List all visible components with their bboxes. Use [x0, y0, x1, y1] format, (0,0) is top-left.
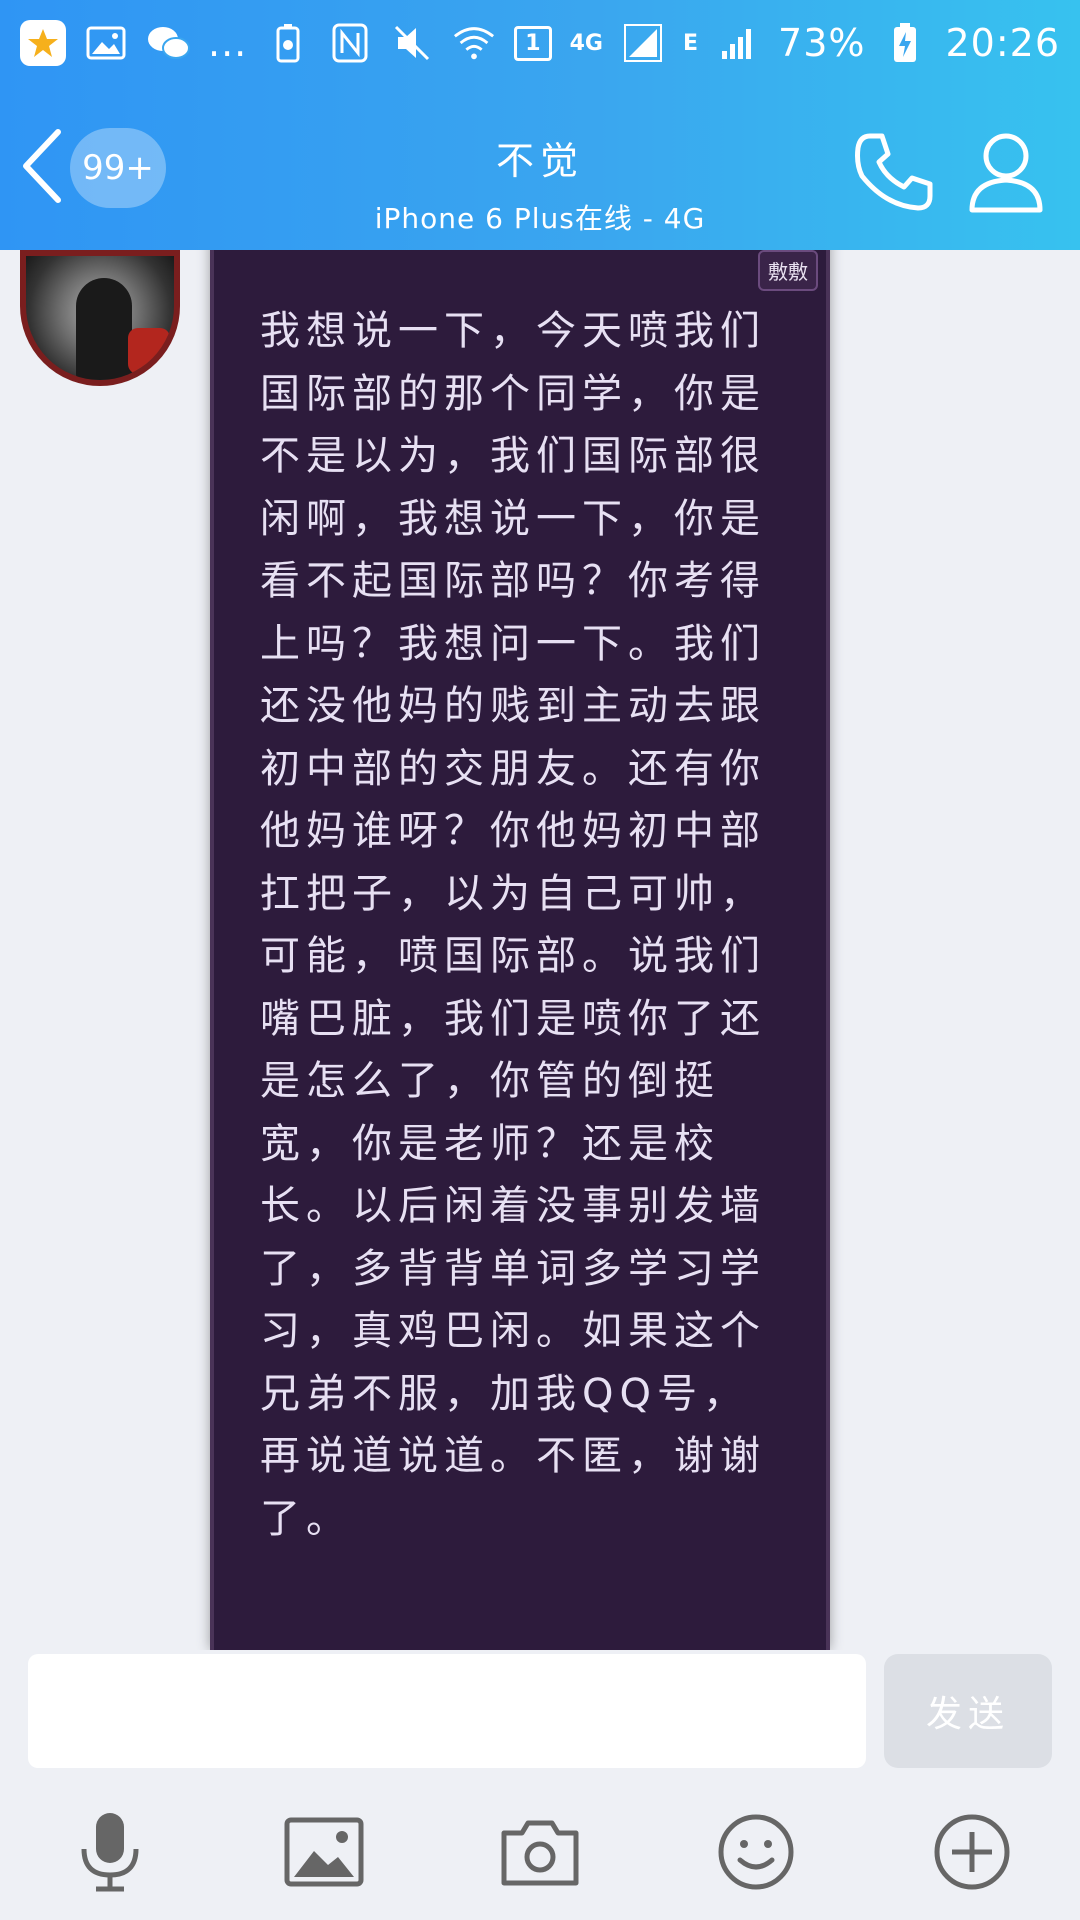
chat-title: 不觉 [495, 139, 584, 183]
signal-icon-1 [621, 21, 665, 65]
emoji-button[interactable] [708, 1804, 804, 1900]
image-button[interactable] [276, 1804, 372, 1900]
network-type-1: 4G [569, 30, 603, 56]
battery-saver-icon [266, 21, 310, 65]
user-icon [969, 133, 1043, 213]
back-button[interactable]: 99+ [18, 124, 188, 212]
profile-button[interactable] [958, 124, 1054, 220]
sim-badge: 1 [514, 25, 552, 61]
network-type-2: E [682, 30, 699, 56]
bubble-tag: 敷敷 [758, 250, 818, 291]
title-block[interactable]: 不觉 iPhone 6 Plus在线 - 4G [300, 130, 780, 237]
wifi-icon [452, 21, 496, 65]
qzone-icon [20, 20, 66, 66]
status-bar: ... 1 4G E 73% 20:26 [0, 0, 1080, 86]
voice-button[interactable] [62, 1804, 158, 1900]
send-button[interactable]: 发送 [884, 1654, 1052, 1768]
status-bar-right: 1 4G E 73% 20:26 [266, 21, 1060, 65]
header: ... 1 4G E 73% 20:26 99+ 不觉 iPhone 6 Plu… [0, 0, 1080, 250]
online-status: iPhone 6 Plus在线 - 4G [374, 202, 706, 235]
plus-icon [934, 1814, 1010, 1890]
battery-percent: 73% [778, 21, 866, 65]
message-text: 我想说一下，今天喷我们国际部的那个同学，你是不是以为，我们国际部很闲啊，我想说一… [260, 308, 766, 1542]
avatar-figure [76, 278, 132, 380]
camera-icon [501, 1820, 579, 1886]
nfc-icon [328, 21, 372, 65]
message-bubble[interactable]: 敷敷 我想说一下，今天喷我们国际部的那个同学，你是不是以为，我们国际部很闲啊，我… [210, 250, 830, 1650]
mute-icon [390, 21, 434, 65]
chat-area[interactable]: 敷敷 我想说一下，今天喷我们国际部的那个同学，你是不是以为，我们国际部很闲啊，我… [0, 250, 1080, 1650]
microphone-icon [81, 1813, 139, 1892]
unread-badge: 99+ [70, 128, 166, 208]
message-input[interactable] [28, 1654, 866, 1768]
image-icon [284, 1817, 364, 1887]
phone-call-button[interactable] [846, 124, 942, 220]
camera-button[interactable] [492, 1804, 588, 1900]
chevron-left-icon [18, 126, 64, 210]
battery-charging-icon [883, 21, 927, 65]
emoji-icon [718, 1814, 794, 1890]
clock: 20:26 [945, 21, 1060, 65]
gallery-icon [84, 21, 128, 65]
phone-icon [855, 133, 933, 211]
title-bar: 99+ 不觉 iPhone 6 Plus在线 - 4G [0, 86, 1080, 250]
signal-icon-2 [716, 21, 760, 65]
more-notifications: ... [208, 21, 248, 65]
devil-decoration [128, 328, 170, 374]
status-bar-left: ... [20, 20, 247, 66]
contact-avatar[interactable] [20, 250, 180, 386]
chat-screen: ... 1 4G E 73% 20:26 99+ 不觉 iPhone 6 Plu… [0, 0, 1080, 1920]
wechat-icon [146, 21, 190, 65]
input-bar: 发送 [0, 1650, 1080, 1780]
more-button[interactable] [924, 1804, 1020, 1900]
bottom-toolbar [0, 1780, 1080, 1920]
